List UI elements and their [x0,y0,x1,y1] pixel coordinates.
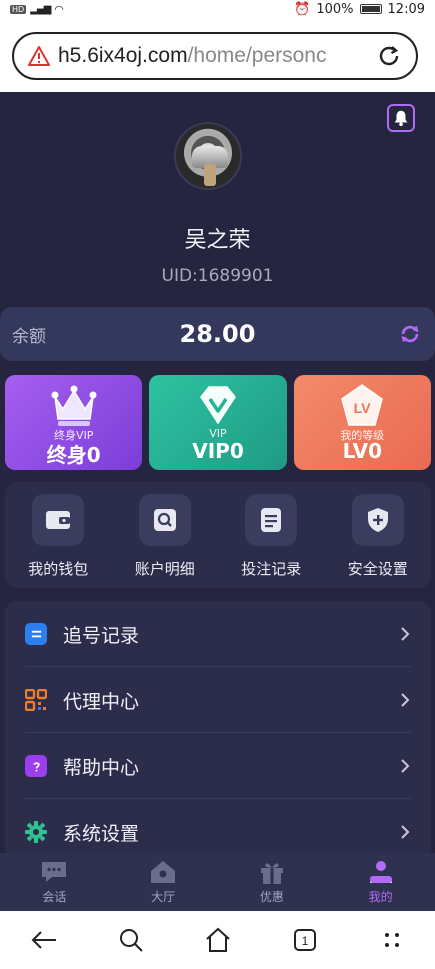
document-icon [245,494,298,546]
tabs-icon[interactable]: 1 [291,926,319,954]
wifi-icon: ◠ [54,2,64,16]
level-badge-icon: LV [341,384,384,426]
level-card[interactable]: LV 我的等级 LV0 [293,375,431,470]
level-badge-text: LV [354,400,372,416]
card-value: LV0 [342,439,383,463]
tab-promotions[interactable]: 优惠 [218,853,327,911]
bell-icon [394,110,408,127]
quick-label: 安全设置 [347,560,408,578]
battery-icon [359,4,382,14]
quick-actions: 我的钱包 账户明细 投注记录 安全设置 [5,482,431,588]
qr-icon [25,689,47,711]
search-icon [138,494,191,546]
clock: 12:09 [387,1,425,17]
notification-button[interactable] [387,104,415,132]
status-bar: HD ▂▄▆ ◠ ⏰ 100% 12:09 [0,0,435,102]
reload-icon[interactable] [376,43,402,69]
tab-label: 我的 [368,890,393,904]
username: 吴之荣 [184,228,251,253]
chevron-right-icon [401,825,410,839]
menu-item-help-center[interactable]: 帮助中心 [5,733,431,799]
account-details-button[interactable]: 账户明细 [112,482,219,588]
alarm-icon: ⏰ [294,1,311,17]
quick-label: 账户明细 [134,560,195,578]
hd-icon: HD [10,4,27,14]
browser-toolbar: h5.6ix4oj.com/home/personc [0,18,435,92]
status-icons-right: ⏰ 100% 12:09 [294,2,425,17]
menu-label: 追号记录 [63,624,140,647]
back-arrow-icon[interactable] [30,926,58,954]
signal-icon: ▂▄▆ [30,3,51,15]
app-screen: 吴之荣 UID:1689901 余额 28.00 终身VIP 终身0 VIP V… [0,92,435,910]
gear-icon [25,821,47,843]
avatar[interactable] [174,122,242,190]
menu-item-chase-records[interactable]: 追号记录 [5,601,431,667]
vip-cards: 终身VIP 终身0 VIP VIP0 LV 我的等级 LV0 [5,375,431,470]
url-path: /home/personc [187,44,327,67]
vip-card[interactable]: VIP VIP0 [149,375,287,470]
menu-item-agent-center[interactable]: 代理中心 [5,667,431,733]
card-value: 终身0 [46,443,101,467]
balance-label: 余额 [12,326,46,347]
menu-label: 代理中心 [63,690,140,713]
shield-icon [351,494,404,546]
home-icon[interactable] [204,926,232,954]
card-value: VIP0 [192,439,244,463]
diamond-icon [200,386,236,425]
bet-records-button[interactable]: 投注记录 [218,482,325,588]
menu-label: 系统设置 [63,822,140,845]
address-bar[interactable]: h5.6ix4oj.com/home/personc [12,32,418,80]
security-settings-button[interactable]: 安全设置 [325,482,432,588]
home-icon [151,861,176,883]
crown-icon [51,385,97,426]
chevron-right-icon [401,759,410,773]
balance-amount: 28.00 [179,320,256,348]
menu-dots-icon[interactable] [378,926,406,954]
chevron-right-icon [401,693,410,707]
chevron-right-icon [401,627,410,641]
user-id: UID:1689901 [161,266,274,286]
url-text[interactable]: h5.6ix4oj.com/home/personc [58,44,358,68]
battery-percent: 100% [316,1,354,17]
status-icons-left: HD ▂▄▆ ◠ [0,2,64,102]
wallet-icon [32,494,85,546]
balance-bar: 余额 28.00 [0,307,435,361]
tab-label: 会话 [42,890,67,904]
quick-label: 我的钱包 [28,560,89,578]
lifetime-vip-card[interactable]: 终身VIP 终身0 [5,375,143,470]
refresh-icon[interactable] [399,323,421,345]
tab-label: 优惠 [259,890,284,904]
tab-chat[interactable]: 会话 [0,853,109,911]
list-icon [25,623,47,645]
warning-icon[interactable] [28,46,50,66]
tab-count: 1 [301,934,308,948]
tab-mine[interactable]: 我的 [326,853,435,911]
question-icon [25,755,47,777]
tab-lobby[interactable]: 大厅 [109,853,218,911]
user-icon [369,861,392,883]
bottom-tab-bar: 会话 大厅 优惠 我的 [0,853,435,911]
url-host: h5.6ix4oj.com [58,44,188,67]
quick-label: 投注记录 [241,560,302,578]
tab-label: 大厅 [151,890,176,904]
system-nav-bar: 1 [0,911,435,969]
wallet-button[interactable]: 我的钱包 [5,482,112,588]
search-icon[interactable] [117,926,145,954]
gift-icon [260,863,283,884]
chat-icon [42,862,67,882]
menu-label: 帮助中心 [63,756,140,779]
